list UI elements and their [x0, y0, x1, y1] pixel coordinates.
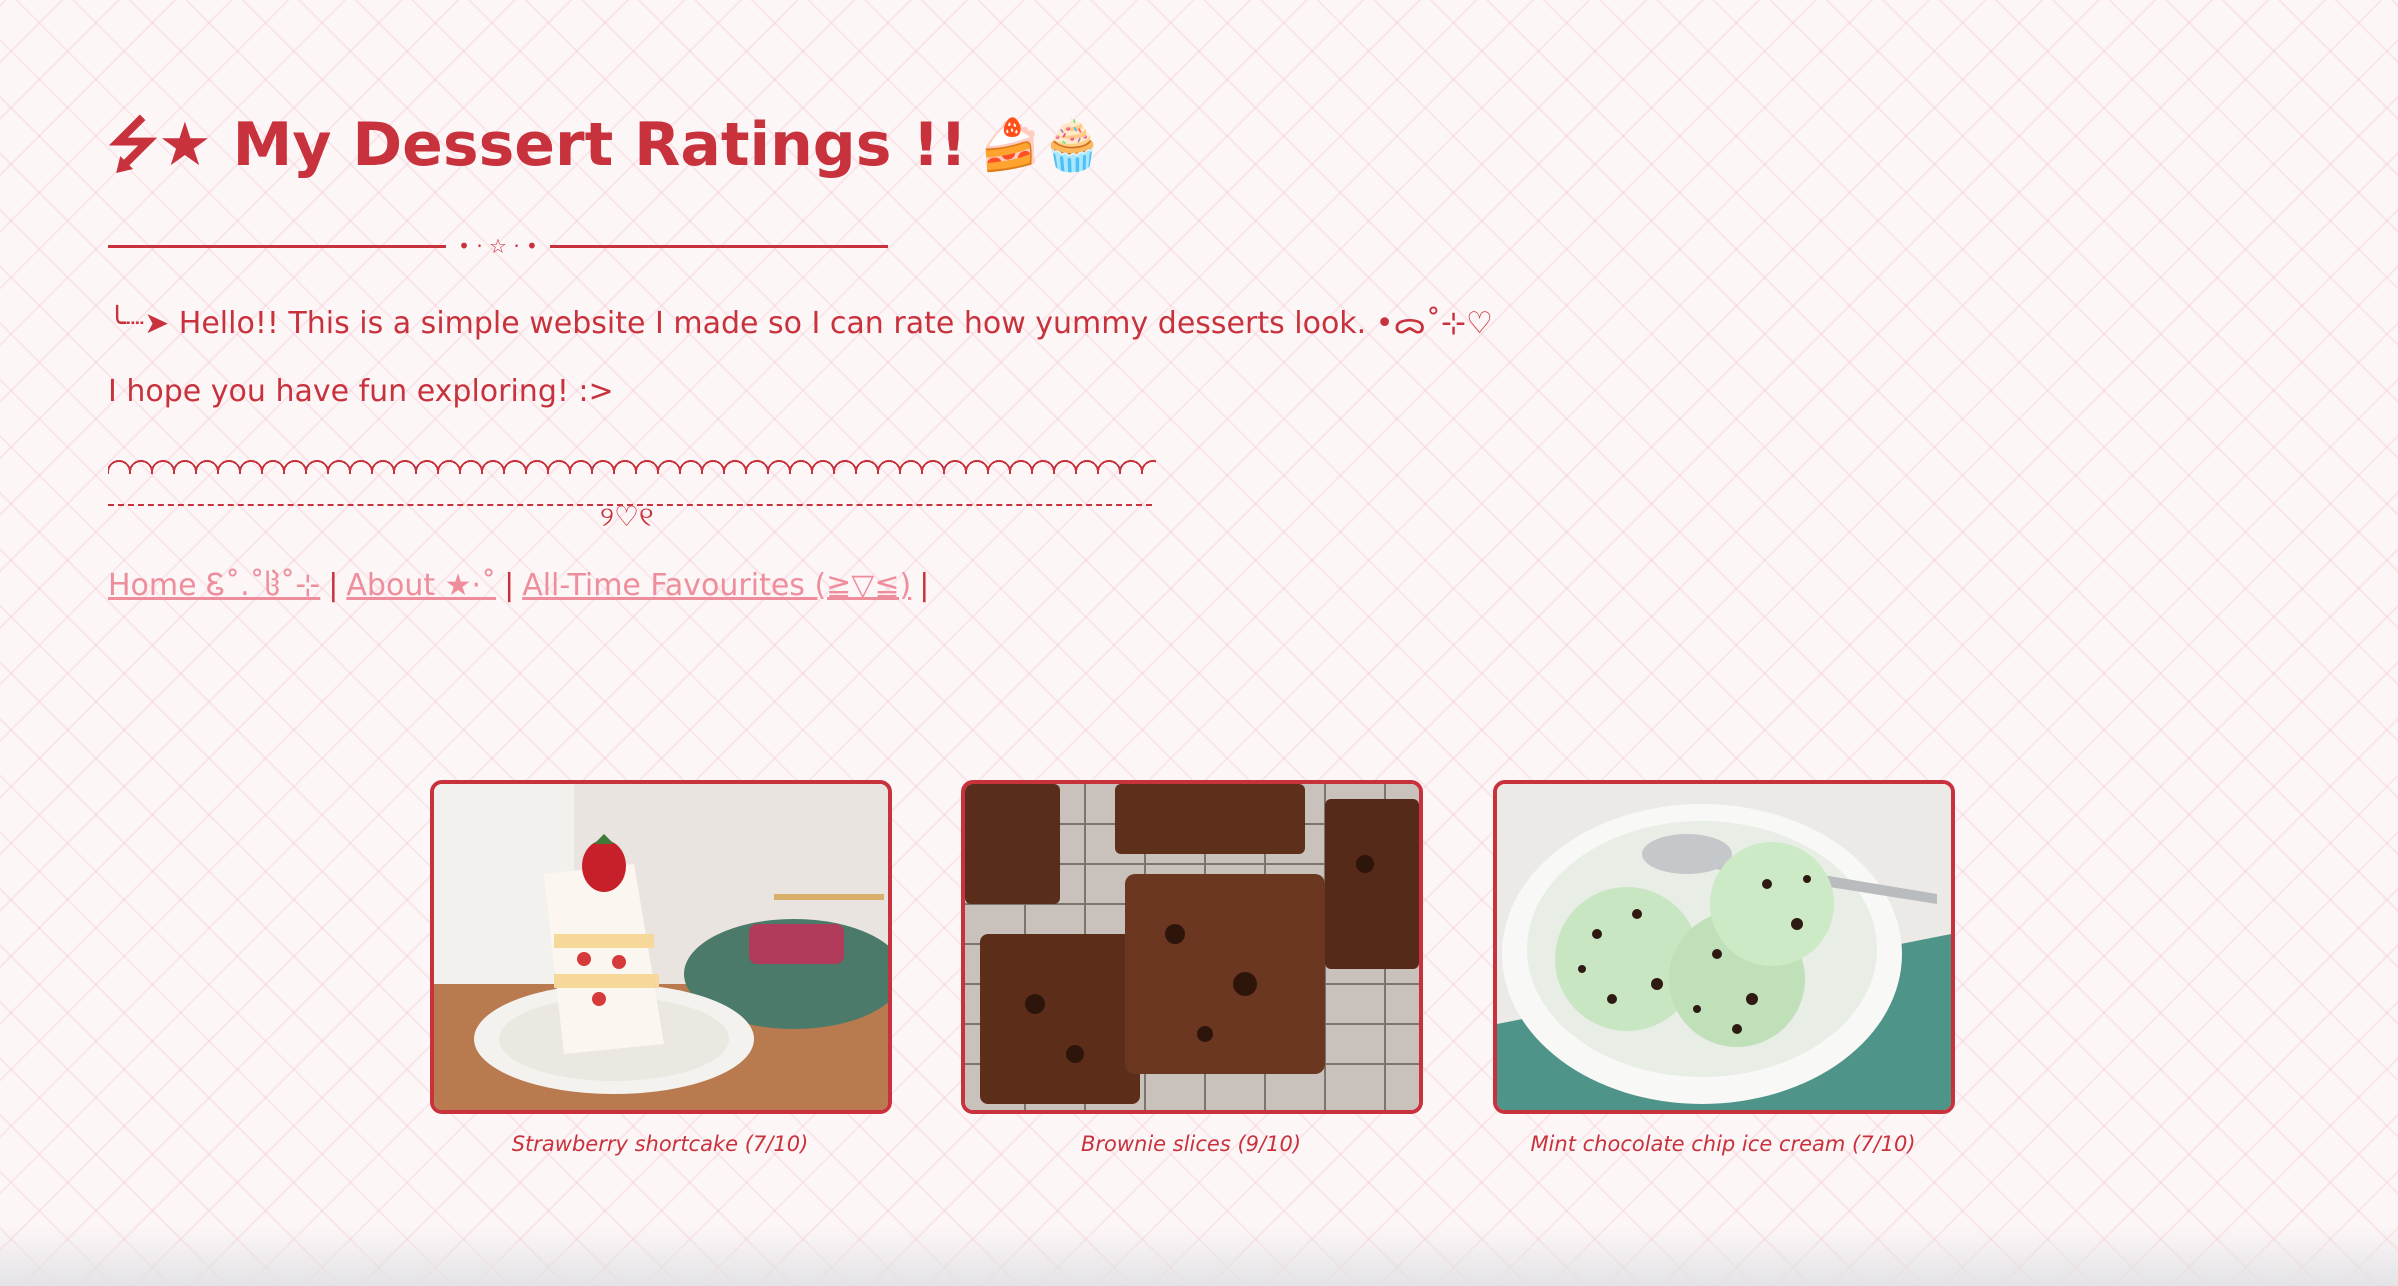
nav-separator: | [919, 568, 930, 603]
dashed-heart-divider: ୨♡୧ [108, 496, 1152, 536]
nav-link-about[interactable]: About ★·˚ [346, 568, 496, 603]
dessert-card[interactable]: Brownie slices (9/10) [961, 780, 1423, 1156]
nav-link-favourites[interactable]: All-Time Favourites (≧▽≦) [522, 568, 911, 603]
strawberry-shortcake-photo[interactable] [430, 780, 892, 1114]
nav-separator: | [504, 568, 515, 603]
brownie-slices-photo[interactable] [961, 780, 1423, 1114]
mint-chocolate-chip-ice-cream-photo[interactable] [1493, 780, 1955, 1114]
page-title: ⭍★ My Dessert Ratings !! 🍰🧁 [108, 100, 1608, 190]
title-divider: • · ☆ · • [108, 234, 889, 258]
cake-cupcake-icon: 🍰🧁 [979, 116, 1104, 174]
nav-separator: | [328, 568, 339, 603]
page-content: ⭍★ My Dessert Ratings !! 🍰🧁 • · ☆ · • ╰┈… [108, 100, 1608, 606]
main-nav: Home Ꮛ˚.˚ჱ˚⊹ | About ★·˚ | All-Time Favourit… [108, 566, 1608, 606]
scallop-divider [108, 450, 1156, 474]
bottom-fade [0, 1226, 2398, 1286]
dessert-card[interactable]: Mint chocolate chip ice cream (7/10) [1493, 780, 1955, 1156]
divider-star-icon: • · ☆ · • [458, 234, 538, 258]
divider-line-right [549, 244, 889, 248]
divider-line-left [108, 244, 447, 248]
dessert-caption: Mint chocolate chip ice cream (7/10) [1530, 1132, 1916, 1156]
dessert-caption: Strawberry shortcake (7/10) [511, 1132, 809, 1156]
nav-link-home[interactable]: Home Ꮛ˚.˚ჱ˚⊹ [108, 568, 320, 603]
dessert-caption: Brownie slices (9/10) [1080, 1132, 1302, 1156]
dessert-card[interactable]: Strawberry shortcake (7/10) [430, 780, 892, 1156]
intro-text: ╰┈➤ Hello!! This is a simple website I m… [108, 306, 1493, 341]
intro-subtext: I hope you have fun exploring! :> [108, 374, 614, 409]
heart-icon: ୨♡୧ [600, 500, 654, 533]
page-title-text: ⭍★ My Dessert Ratings !! [108, 110, 968, 180]
